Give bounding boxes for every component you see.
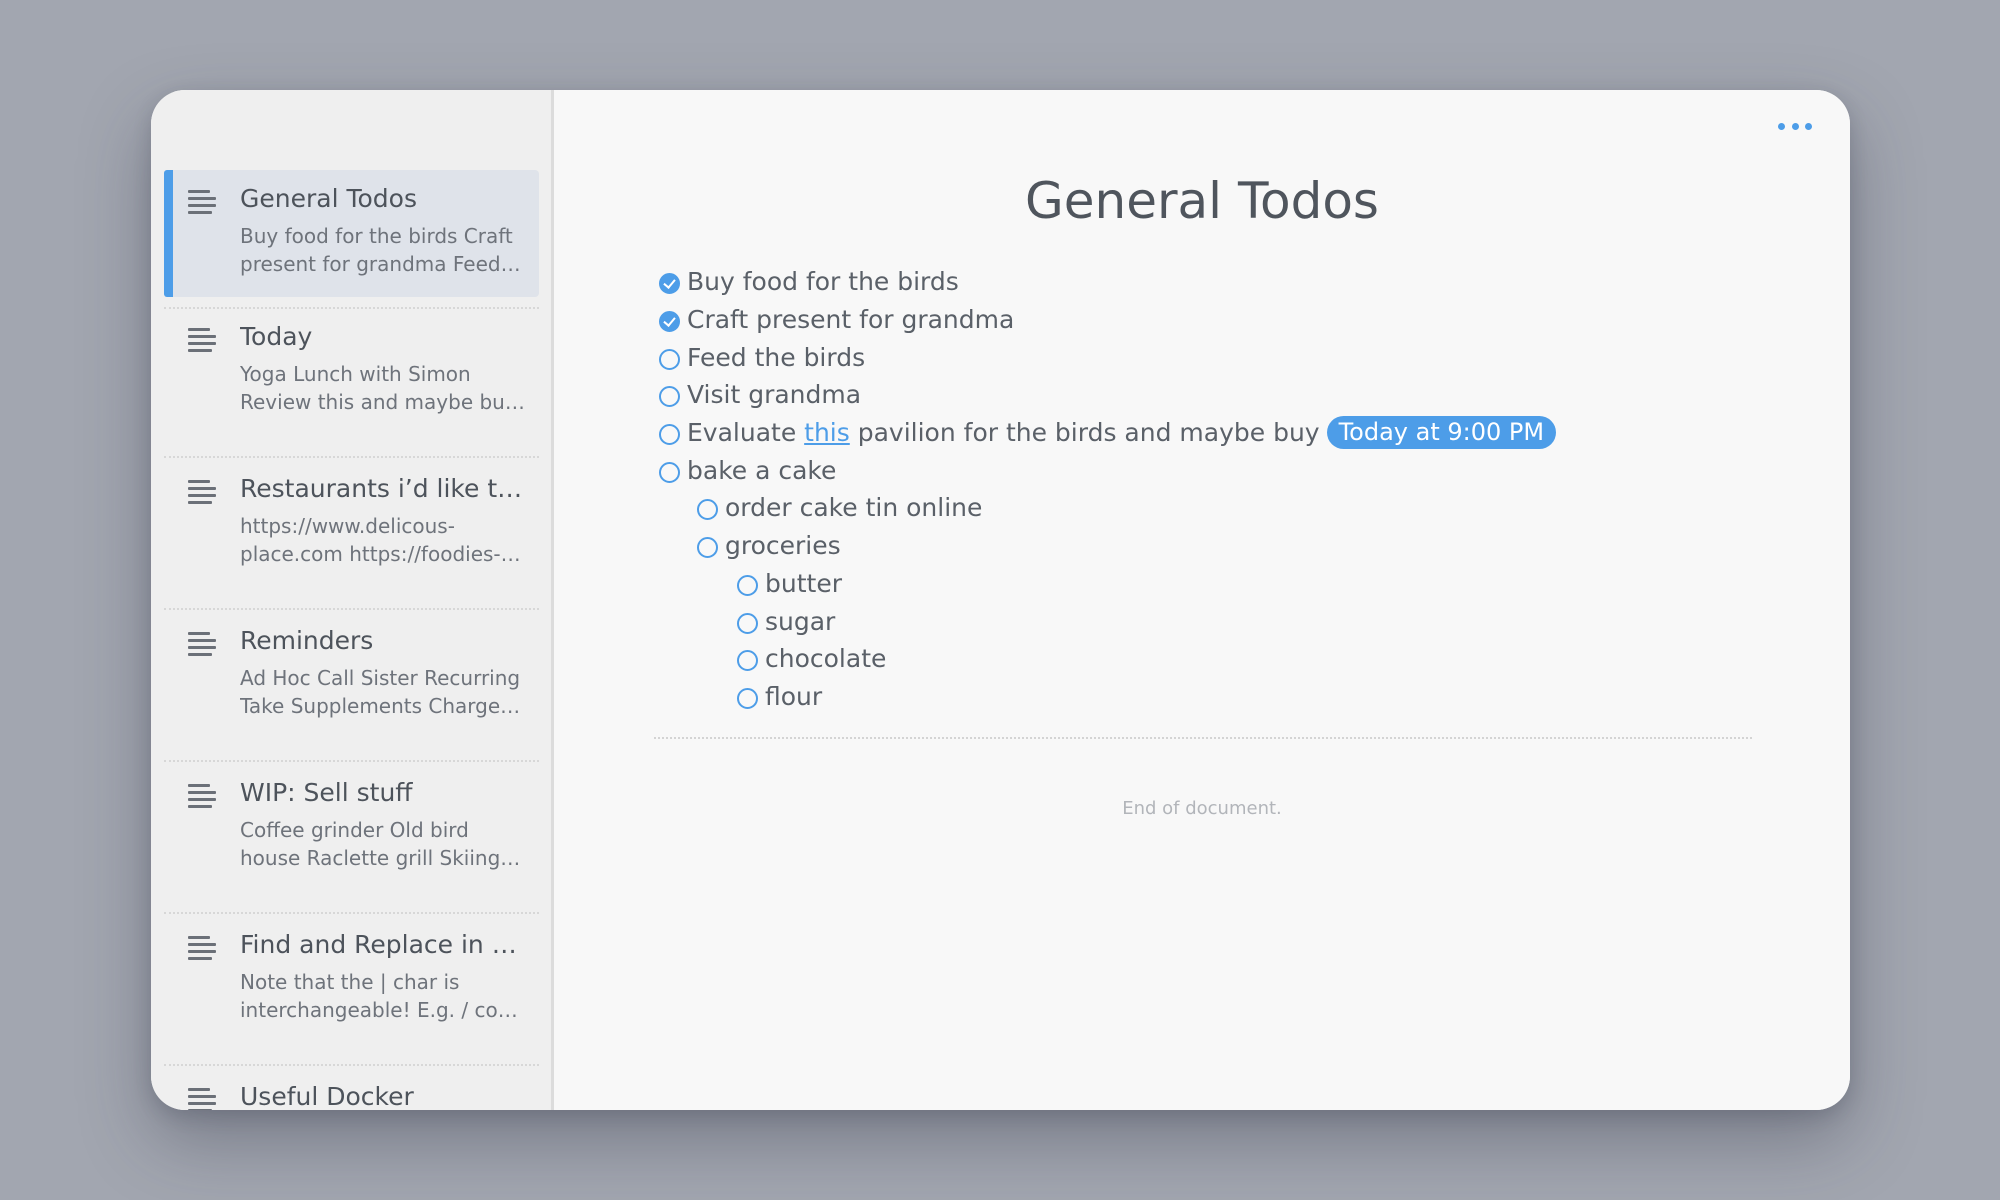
note-lines-icon bbox=[188, 328, 216, 352]
note-item-find-replace[interactable]: Find and Replace in a file Note that the… bbox=[164, 916, 539, 1066]
todo-text[interactable]: bake a cake bbox=[687, 456, 836, 485]
empty-circle-icon[interactable] bbox=[737, 687, 758, 709]
note-preview: Yoga Lunch with Simon Review this and ma… bbox=[240, 362, 517, 414]
note-preview: https://www.delicous-place.com https://f… bbox=[240, 514, 501, 566]
todo-list: Buy food for the birds Craft present for… bbox=[659, 263, 1659, 715]
todo-text[interactable]: butter bbox=[765, 569, 842, 598]
note-title: Restaurants i’d like to visit bbox=[240, 474, 530, 503]
empty-circle-icon[interactable] bbox=[659, 386, 680, 408]
todo-text[interactable]: groceries bbox=[725, 531, 841, 560]
note-lines-icon bbox=[188, 190, 216, 214]
empty-circle-icon[interactable] bbox=[659, 348, 680, 370]
note-preview: Coffee grinder Old bird house Raclette g… bbox=[240, 818, 501, 870]
todo-text[interactable]: sugar bbox=[765, 607, 835, 636]
todo-item: Feed the birds bbox=[659, 338, 1659, 376]
todo-item: Visit grandma bbox=[659, 376, 1659, 414]
note-lines-icon bbox=[188, 1088, 216, 1110]
end-divider bbox=[654, 737, 1752, 739]
todo-text-before-link[interactable]: Evaluate bbox=[687, 418, 804, 447]
note-preview: Buy food for the birds Craft present for… bbox=[240, 224, 513, 276]
empty-circle-icon[interactable] bbox=[737, 612, 758, 634]
note-lines-icon bbox=[188, 936, 216, 960]
todo-subitem: groceries bbox=[659, 527, 1659, 565]
selection-indicator bbox=[164, 170, 173, 297]
note-title: Today bbox=[240, 322, 313, 351]
todo-subitem: chocolate bbox=[659, 640, 1659, 678]
note-item-sell-stuff[interactable]: WIP: Sell stuff Coffee grinder Old bird … bbox=[164, 764, 539, 914]
empty-circle-icon[interactable] bbox=[697, 499, 718, 521]
todo-item: Evaluate this pavilion for the birds and… bbox=[659, 414, 1659, 452]
todo-text[interactable]: Craft present for grandma bbox=[687, 305, 1014, 334]
note-title: WIP: Sell stuff bbox=[240, 778, 413, 807]
empty-circle-icon[interactable] bbox=[737, 650, 758, 672]
note-lines-icon bbox=[188, 480, 216, 504]
todo-item: Buy food for the birds bbox=[659, 263, 1659, 301]
note-item-general-todos[interactable]: General Todos Buy food for the birds Cra… bbox=[164, 170, 539, 309]
notes-sidebar: General Todos Buy food for the birds Cra… bbox=[151, 90, 554, 1110]
todo-text[interactable]: Buy food for the birds bbox=[687, 267, 959, 296]
note-item-useful-docker[interactable]: Useful Docker bbox=[164, 1068, 539, 1110]
note-lines-icon bbox=[188, 784, 216, 808]
empty-circle-icon[interactable] bbox=[659, 461, 680, 483]
editor-pane: General Todos Buy food for the birds Cra… bbox=[554, 90, 1850, 1110]
note-title: Useful Docker bbox=[240, 1082, 414, 1110]
app-window: General Todos Buy food for the birds Cra… bbox=[151, 90, 1850, 1110]
todo-text[interactable]: Visit grandma bbox=[687, 380, 861, 409]
note-lines-icon bbox=[188, 632, 216, 656]
note-title: Find and Replace in a file bbox=[240, 930, 530, 959]
empty-circle-icon[interactable] bbox=[737, 574, 758, 596]
todo-text[interactable]: Feed the birds bbox=[687, 343, 865, 372]
due-date-badge[interactable]: Today at 9:00 PM bbox=[1326, 416, 1557, 450]
todo-item: bake a cake bbox=[659, 451, 1659, 489]
todo-item: Craft present for grandma bbox=[659, 301, 1659, 339]
todo-text[interactable]: flour bbox=[765, 682, 822, 711]
note-item-restaurants[interactable]: Restaurants i’d like to visit https://ww… bbox=[164, 460, 539, 610]
todo-subitem: butter bbox=[659, 565, 1659, 603]
todo-subitem: flour bbox=[659, 678, 1659, 716]
todo-link[interactable]: this bbox=[804, 418, 850, 447]
note-preview: Ad Hoc Call Sister Recurring Take Supple… bbox=[240, 666, 521, 718]
todo-text-after-link[interactable]: pavilion for the birds and maybe buy bbox=[850, 418, 1320, 447]
checked-circle-icon[interactable] bbox=[659, 311, 680, 333]
todo-text[interactable]: order cake tin online bbox=[725, 493, 982, 522]
note-list: General Todos Buy food for the birds Cra… bbox=[164, 170, 539, 1110]
note-title: General Todos bbox=[240, 184, 417, 213]
more-horizontal-icon[interactable] bbox=[1778, 116, 1812, 136]
todo-subitem: sugar bbox=[659, 602, 1659, 640]
note-preview: Note that the | char is interchangeable!… bbox=[240, 970, 529, 1022]
todo-text[interactable]: chocolate bbox=[765, 644, 886, 673]
end-of-document-label: End of document. bbox=[1122, 798, 1282, 819]
empty-circle-icon[interactable] bbox=[697, 537, 718, 559]
checked-circle-icon[interactable] bbox=[659, 273, 680, 295]
document-title[interactable]: General Todos bbox=[554, 172, 1850, 230]
note-item-reminders[interactable]: Reminders Ad Hoc Call Sister Recurring T… bbox=[164, 612, 539, 762]
note-item-today[interactable]: Today Yoga Lunch with Simon Review this … bbox=[164, 308, 539, 458]
empty-circle-icon[interactable] bbox=[659, 424, 680, 446]
todo-subitem: order cake tin online bbox=[659, 489, 1659, 527]
note-title: Reminders bbox=[240, 626, 374, 655]
